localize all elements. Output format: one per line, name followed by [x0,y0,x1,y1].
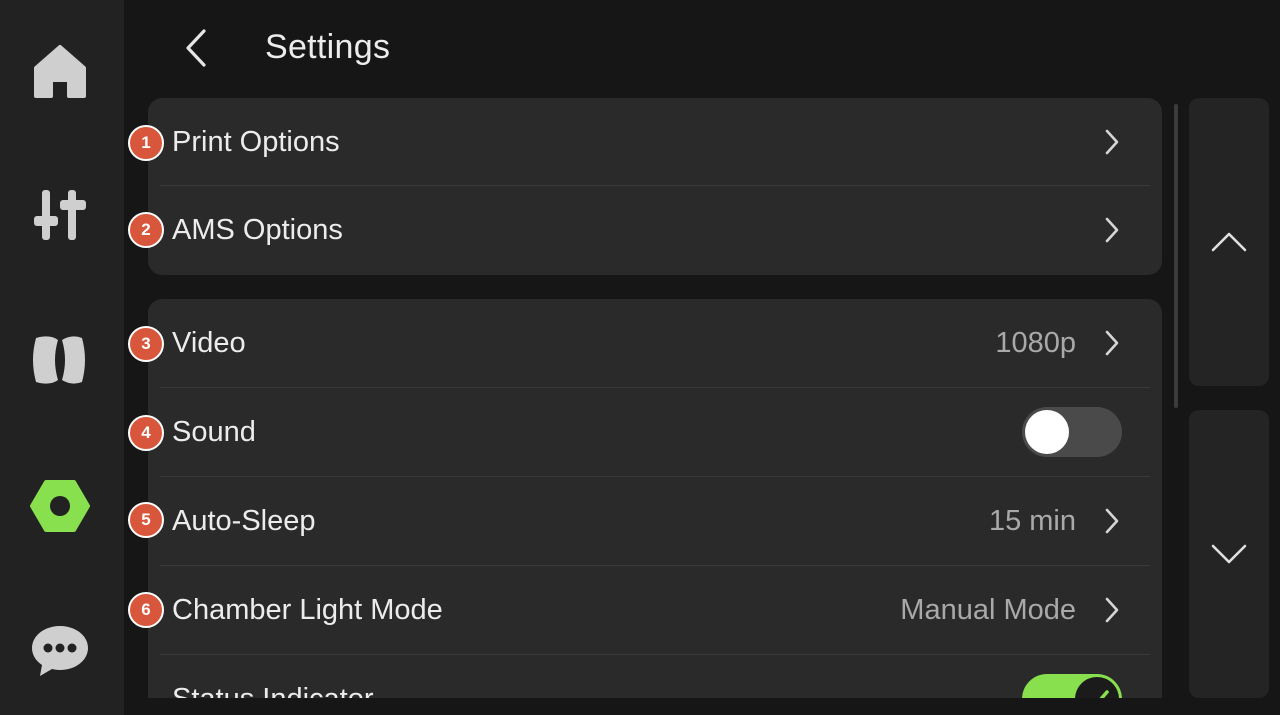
chevron-right-icon [1105,217,1119,243]
chevron-up-icon [1211,232,1247,252]
setting-label: Print Options [172,126,340,158]
sound-toggle[interactable] [1022,407,1122,457]
setting-value: 15 min [988,505,1076,537]
setting-label: Chamber Light Mode [172,594,443,626]
toggle-knob [1025,410,1069,454]
setting-row-sound: Sound [148,388,1162,476]
sliders-icon [34,190,86,240]
nav-messages-button[interactable] [22,612,98,688]
page-down-button[interactable] [1189,410,1269,698]
setting-row-print-options[interactable]: Print Options [148,98,1162,186]
nav-settings-button[interactable] [22,468,98,544]
sidebar [0,0,124,715]
step-badge: 3 [128,326,164,362]
nav-controls-button[interactable] [22,176,98,252]
nav-filament-button[interactable] [22,322,98,398]
check-icon [1099,690,1109,698]
chat-bubble-icon [32,626,88,676]
setting-row-status-indicator: Status Indicator [148,655,1162,698]
chevron-right-icon [1105,129,1119,155]
chevron-right-icon [1105,508,1119,534]
setting-label: Status Indicator [172,655,374,698]
back-button[interactable] [170,22,222,74]
step-badge: 6 [128,592,164,628]
setting-row-ams-options[interactable]: AMS Options [148,186,1162,274]
page-title: Settings [265,28,391,66]
status-indicator-toggle[interactable] [1022,674,1122,698]
nav-home-button[interactable] [22,32,98,108]
setting-value: 1080p [995,327,1076,359]
step-badge: 5 [128,502,164,538]
setting-label: AMS Options [172,214,343,246]
chevron-left-icon [186,29,206,67]
settings-group-printing: Print Options AMS Options [148,98,1162,275]
chevron-right-icon [1105,330,1119,356]
setting-label: Sound [172,416,256,448]
setting-label: Video [172,327,246,359]
scrollbar[interactable] [1174,104,1178,408]
chevron-right-icon [1105,597,1119,623]
setting-value: Manual Mode [900,594,1076,626]
step-badge: 2 [128,212,164,248]
home-icon [34,45,86,98]
setting-row-video[interactable]: Video 1080p [148,299,1162,387]
filament-spool-icon [33,336,85,384]
setting-row-chamber-light-mode[interactable]: Chamber Light Mode Manual Mode [148,566,1162,654]
page-up-button[interactable] [1189,98,1269,386]
chevron-down-icon [1211,544,1247,564]
hex-nut-settings-icon [30,480,90,532]
step-badge: 1 [128,125,164,161]
settings-screen: Settings Print Options AMS Options Video… [0,0,1280,715]
toggle-knob [1075,677,1119,698]
setting-label: Auto-Sleep [172,505,316,537]
step-badge: 4 [128,415,164,451]
settings-group-device: Video 1080p Sound Auto-Sleep 15 min Cham… [148,299,1162,698]
settings-list[interactable]: Print Options AMS Options Video 1080p So… [148,98,1164,698]
setting-row-auto-sleep[interactable]: Auto-Sleep 15 min [148,477,1162,565]
